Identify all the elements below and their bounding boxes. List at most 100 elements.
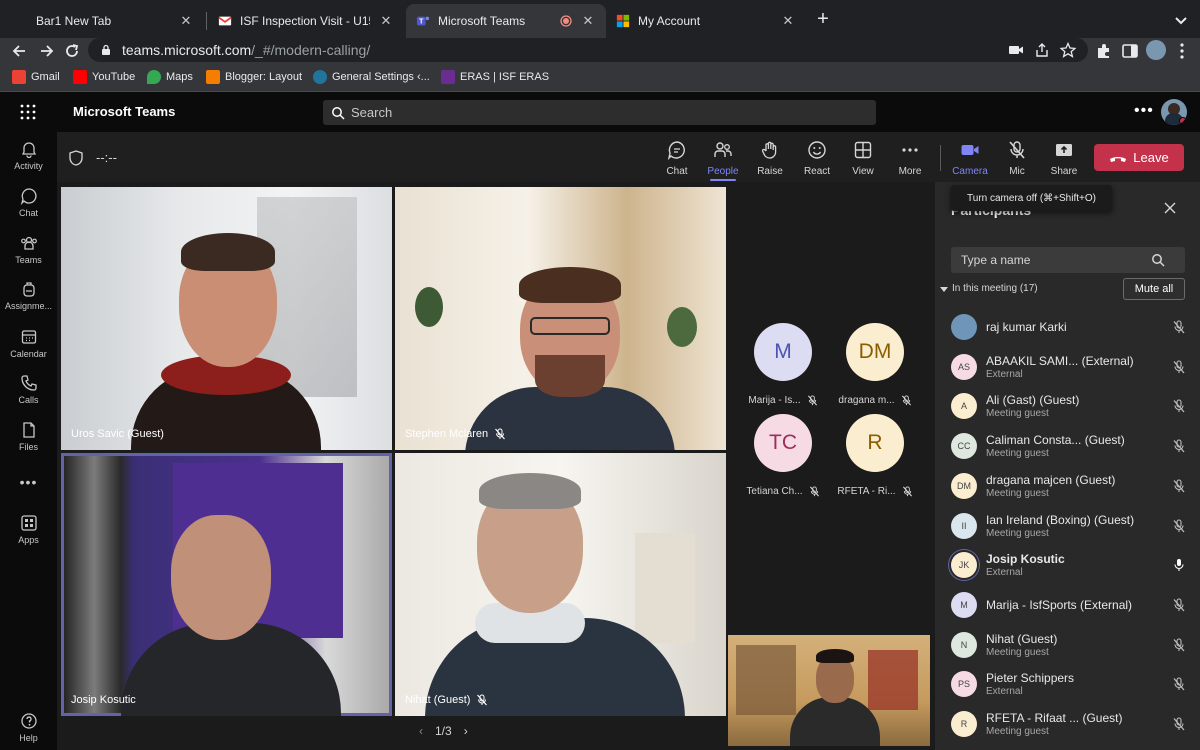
mic-off-icon[interactable] <box>1172 360 1186 374</box>
close-icon[interactable] <box>1163 201 1177 215</box>
mic-off-icon[interactable] <box>1172 320 1186 334</box>
rail-calendar[interactable]: Calendar <box>0 328 57 359</box>
rail-help[interactable]: Help <box>0 712 57 743</box>
leave-button[interactable]: Leave <box>1094 144 1184 171</box>
close-tab-icon[interactable]: ✕ <box>378 13 394 29</box>
rail-assignments[interactable]: Assignme... <box>0 280 57 311</box>
more-options-icon[interactable]: ••• <box>1134 102 1154 120</box>
participant-row[interactable]: N Nihat (Guest) Meeting guest <box>951 627 1191 663</box>
mic-off-icon[interactable] <box>1172 717 1186 731</box>
mic-button[interactable]: Mic <box>993 140 1041 177</box>
bookmark-blogger[interactable]: Blogger: Layout <box>206 70 302 84</box>
video-tile[interactable]: Uros Savic (Guest) <box>61 187 392 450</box>
avatar-tile[interactable]: DM dragana m... <box>830 323 920 406</box>
participant-name: Josip Kosutic <box>71 694 136 706</box>
rail-chat[interactable]: Chat <box>0 187 57 218</box>
video-tile[interactable]: Josip Kosutic <box>61 453 392 716</box>
tab-my-account[interactable]: My Account ✕ <box>606 4 806 38</box>
react-button[interactable]: React <box>793 140 841 177</box>
tab-new-tab[interactable]: Bar1 New Tab ✕ <box>0 4 204 38</box>
new-tab-button[interactable]: + <box>812 9 834 31</box>
forward-arrow-icon[interactable] <box>36 41 56 61</box>
bookmark-label: ERAS | ISF ERAS <box>460 71 550 83</box>
rail-calls[interactable]: Calls <box>0 374 57 405</box>
view-button[interactable]: View <box>839 140 887 177</box>
bookmarks-bar: Gmail YouTube Maps Blogger: Layout Gener… <box>0 64 1200 92</box>
browser-menu-icon[interactable] <box>1172 41 1192 61</box>
shield-icon[interactable] <box>69 150 83 166</box>
chevron-left-icon[interactable]: ‹ <box>419 724 423 738</box>
bookmark-maps[interactable]: Maps <box>147 70 193 84</box>
participant-row[interactable]: raj kumar Karki <box>951 309 1191 345</box>
back-arrow-icon[interactable] <box>10 41 30 61</box>
rail-apps[interactable]: Apps <box>0 514 57 545</box>
avatar-tile[interactable]: TC Tetiana Ch... <box>738 414 828 497</box>
rail-teams[interactable]: Teams <box>0 234 57 265</box>
more-button[interactable]: More <box>886 140 934 177</box>
close-tab-icon[interactable]: ✕ <box>178 13 194 29</box>
participant-row[interactable]: II Ian Ireland (Boxing) (Guest) Meeting gu… <box>951 508 1191 544</box>
mute-all-button[interactable]: Mute all <box>1123 278 1185 300</box>
lock-icon <box>102 44 110 55</box>
close-tab-icon[interactable]: ✕ <box>780 13 796 29</box>
tab-gmail[interactable]: ISF Inspection Visit - U15 Gymn ✕ <box>208 4 404 38</box>
user-avatar[interactable] <box>1161 99 1187 125</box>
avatar-tile[interactable]: M Marija - Is... <box>738 323 828 406</box>
mic-off-icon[interactable] <box>1172 399 1186 413</box>
participant-row[interactable]: DM dragana majcen (Guest) Meeting guest <box>951 468 1191 504</box>
participant-name: Caliman Consta... (Guest) <box>986 433 1125 448</box>
participant-search[interactable] <box>951 247 1185 273</box>
rail-files[interactable]: Files <box>0 421 57 452</box>
side-panel-icon[interactable] <box>1120 41 1140 61</box>
meeting-people-button[interactable]: People <box>699 140 747 177</box>
reload-icon[interactable] <box>62 41 82 61</box>
avatar-tile[interactable]: R RFETA - Ri... <box>830 414 920 497</box>
video-tile[interactable]: Nihat (Guest) <box>395 453 726 716</box>
camera-in-use-icon[interactable] <box>1008 42 1024 58</box>
bookmark-youtube[interactable]: YouTube <box>73 70 135 84</box>
tab-microsoft-teams[interactable]: T Microsoft Teams ✕ <box>406 4 606 38</box>
address-bar[interactable]: teams.microsoft.com/_#/modern-calling/ <box>88 38 1088 62</box>
mic-off-icon[interactable] <box>1172 638 1186 652</box>
participant-row[interactable]: A Ali (Gast) (Guest) Meeting guest <box>951 388 1191 424</box>
mic-off-icon[interactable] <box>1172 598 1186 612</box>
mic-off-icon[interactable] <box>1172 518 1186 533</box>
participant-row[interactable]: PS Pieter Schippers External <box>951 666 1191 702</box>
maps-pin-icon <box>147 70 161 84</box>
mic-off-icon[interactable] <box>1172 439 1186 453</box>
participant-row[interactable]: CC Caliman Consta... (Guest) Meeting guest <box>951 428 1191 464</box>
camera-button[interactable]: Camera <box>946 140 994 177</box>
meeting-chat-button[interactable]: Chat <box>653 140 701 177</box>
participant-row[interactable]: JK Josip Kosutic External <box>951 547 1191 583</box>
tab-search-chevron-icon[interactable] <box>1170 9 1192 31</box>
bookmark-gmail[interactable]: Gmail <box>12 70 60 84</box>
close-tab-icon[interactable]: ✕ <box>580 13 596 29</box>
mic-on-icon[interactable] <box>1172 558 1186 572</box>
bookmark-star-icon[interactable] <box>1060 42 1076 58</box>
rail-more-apps-icon[interactable]: ••• <box>0 474 57 490</box>
raise-hand-button[interactable]: Raise <box>746 140 794 177</box>
profile-avatar[interactable] <box>1146 40 1166 60</box>
bookmark-eras[interactable]: ERAS | ISF ERAS <box>441 70 549 84</box>
mic-off-icon[interactable] <box>1172 677 1186 691</box>
extensions-puzzle-icon[interactable] <box>1094 41 1114 61</box>
app-launcher-icon[interactable] <box>19 103 37 121</box>
avatar-initials: DM <box>846 323 904 381</box>
video-tile[interactable]: Stephen Mclaren <box>395 187 726 450</box>
chevron-right-icon[interactable]: › <box>464 724 468 738</box>
bookmark-general-settings[interactable]: General Settings ‹... <box>313 70 430 84</box>
meeting-stage: Uros Savic (Guest) Stephen Mclaren Josip… <box>57 182 934 750</box>
in-meeting-section-toggle[interactable]: In this meeting (17) <box>940 283 1038 294</box>
search-input[interactable] <box>351 105 851 120</box>
self-view-video[interactable] <box>728 635 930 746</box>
teams-search[interactable] <box>323 100 876 125</box>
share-button[interactable]: Share <box>1040 140 1088 177</box>
participant-row[interactable]: R RFETA - Rifaat ... (Guest) Meeting guest <box>951 706 1191 742</box>
rail-activity[interactable]: Activity <box>0 140 57 171</box>
participant-search-input[interactable] <box>961 253 1151 267</box>
participant-row[interactable]: M Marija - IsfSports (External) <box>951 587 1191 623</box>
teams-icon: T <box>416 16 430 26</box>
share-page-icon[interactable] <box>1034 42 1050 58</box>
participant-row[interactable]: AS ABAAKIL SAMI... (External) External <box>951 349 1191 385</box>
mic-off-icon[interactable] <box>1172 479 1186 493</box>
